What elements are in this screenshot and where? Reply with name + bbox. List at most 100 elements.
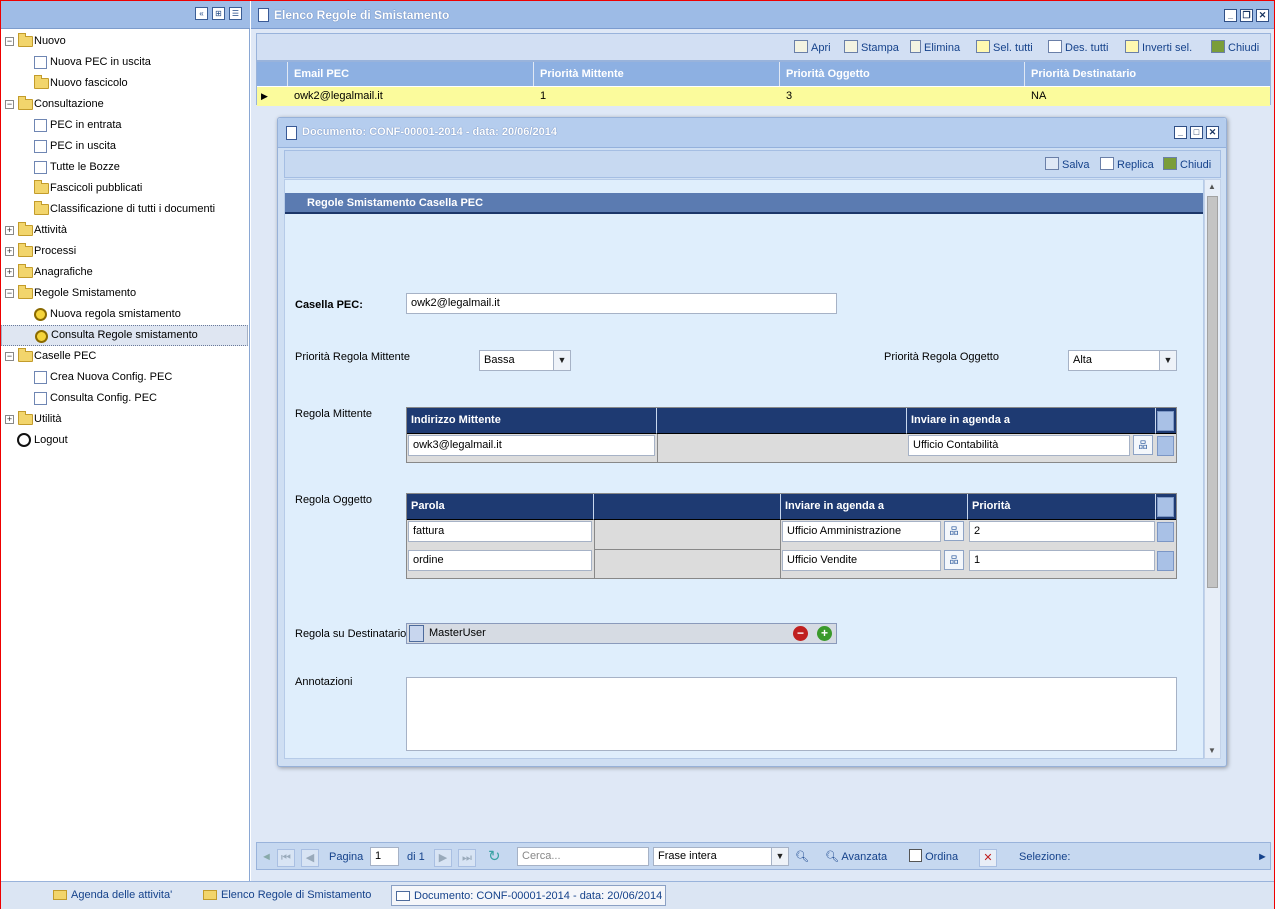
sidebar-item[interactable]: Consulta Regole smistamento [1,325,248,346]
chiudi-button[interactable]: Chiudi [1163,157,1211,173]
oggetto-input-parola[interactable]: fattura [408,521,592,542]
scroll-up-icon[interactable]: ▲ [1208,182,1216,191]
sidebar-item[interactable]: Tutte le Bozze [1,157,248,178]
sidebar-item-label: Utilità [34,413,62,425]
sidebar-item[interactable]: Fascicoli pubblicati [1,178,248,199]
expand-icon[interactable]: + [5,247,14,256]
stampa-button[interactable]: Stampa [844,40,899,56]
search-input[interactable]: Cerca... [517,847,649,866]
sidebar-item[interactable]: Logout [1,430,248,451]
checkbox[interactable] [1157,411,1174,431]
sidebar-item[interactable]: + Attività [1,220,248,241]
oggetto-input-agenda[interactable]: Ufficio Amministrazione [782,521,941,542]
search-mode-select[interactable]: Frase intera ▼ [653,847,789,866]
sidebar-item[interactable]: Nuova PEC in uscita [1,52,248,73]
grid-header-priorita-oggetto[interactable]: Priorità Oggetto [780,62,1025,86]
refresh-icon[interactable]: ↻ [488,849,501,865]
row-checkbox[interactable] [1157,522,1174,542]
advanced-search-button[interactable]: 🔍︎ Avanzata [825,849,887,865]
sidebar-item[interactable]: + Anagrafiche [1,262,248,283]
priorita-oggetto-select[interactable]: Alta ▼ [1068,350,1177,371]
task-documento[interactable]: Documento: CONF-00001-2014 - data: 20/06… [391,885,666,906]
config-icon [34,371,47,384]
scrollbar[interactable]: ▲ ▼ [1204,179,1221,759]
oggetto-input-priorita[interactable]: 1 [969,550,1155,571]
sidebar-item[interactable]: − Consultazione [1,94,248,115]
deselect-all-button[interactable]: Des. tutti [1048,40,1108,56]
collapse-icon[interactable]: − [5,100,14,109]
elimina-button[interactable]: Elimina [910,40,960,56]
prev-page-icon[interactable]: ◀ [301,849,319,867]
remove-icon[interactable]: − [793,626,808,641]
org-picker-icon[interactable]: 品 [944,550,964,570]
oggetto-input-agenda[interactable]: Ufficio Vendite [782,550,941,571]
sort-button[interactable]: Ordina [909,849,958,865]
oggetto-input-priorita[interactable]: 2 [969,521,1155,542]
minimize-icon[interactable]: _ [1174,126,1187,139]
casella-pec-input[interactable]: owk2@legalmail.it [406,293,837,314]
row-checkbox[interactable] [1157,436,1174,456]
row-checkbox[interactable] [1157,551,1174,571]
collapse-icon[interactable]: − [5,289,14,298]
maximize-icon[interactable]: □ [1190,126,1203,139]
collapse-icon[interactable]: − [5,37,14,46]
replica-button[interactable]: Replica [1100,157,1154,173]
grid-header-priorita-mittente[interactable]: Priorità Mittente [534,62,780,86]
expand-icon[interactable]: + [5,226,14,235]
scroll-thumb[interactable] [1207,196,1218,588]
sidebar-item[interactable]: − Caselle PEC [1,346,248,367]
salva-button[interactable]: Salva [1045,157,1090,173]
collapse-sidebar-icon[interactable]: « [195,7,208,20]
org-picker-icon[interactable]: 品 [944,521,964,541]
document-icon [258,8,269,22]
expand-all-icon[interactable]: ⊞ [212,7,225,20]
sidebar-item[interactable]: PEC in entrata [1,115,248,136]
last-page-icon[interactable]: ⏭ [458,849,476,867]
sidebar-item[interactable]: − Nuovo [1,31,248,52]
sidebar-item[interactable]: − Regole Smistamento [1,283,248,304]
mittente-input-agenda[interactable]: Ufficio Contabilità [908,435,1130,456]
oggetto-header-check [1156,494,1176,520]
search-icon[interactable]: 🔍︎ [795,849,809,865]
invert-selection-button[interactable]: Inverti sel. [1125,40,1192,56]
close-button[interactable]: Chiudi [1211,40,1259,56]
checkbox[interactable] [1157,497,1174,517]
collapse-icon[interactable]: − [5,352,14,361]
mail-document-icon [34,119,47,132]
org-picker-icon[interactable]: 品 [1133,435,1153,455]
next-arrow-icon[interactable]: ► [1257,849,1268,865]
sidebar-item[interactable]: Crea Nuova Config. PEC [1,367,248,388]
trash-icon [910,40,921,53]
minimize-icon[interactable]: _ [1224,9,1237,22]
expand-icon[interactable]: + [5,268,14,277]
sidebar-item[interactable]: + Utilità [1,409,248,430]
sidebar-item[interactable]: PEC in uscita [1,136,248,157]
next-page-icon[interactable]: ▶ [434,849,452,867]
expand-icon[interactable]: + [5,415,14,424]
add-icon[interactable]: + [817,626,832,641]
priorita-mittente-select[interactable]: Bassa ▼ [479,350,571,371]
mittente-input-indirizzo[interactable]: owk3@legalmail.it [408,435,655,456]
grid-header-priorita-destinatario[interactable]: Priorità Destinatario [1025,62,1270,86]
sidebar-item[interactable]: Nuova regola smistamento [1,304,248,325]
task-agenda[interactable]: Agenda delle attivita' [53,885,172,906]
annotazioni-textarea[interactable] [406,677,1177,751]
grid-header-email[interactable]: Email PEC [288,62,534,86]
sidebar-item[interactable]: Consulta Config. PEC [1,388,248,409]
page-input[interactable]: 1 [370,847,399,866]
oggetto-input-parola[interactable]: ordine [408,550,592,571]
first-page-icon[interactable]: ⏮ [277,849,295,867]
collapse-all-icon[interactable]: ☰ [229,7,242,20]
sidebar-item[interactable]: Classificazione di tutti i documenti [1,199,248,220]
apri-button[interactable]: Apri [794,40,831,56]
sidebar-item[interactable]: Nuovo fascicolo [1,73,248,94]
restore-icon[interactable]: ❐ [1240,9,1253,22]
prev-arrow-icon[interactable]: ◄ [261,849,272,865]
task-elenco-regole[interactable]: Elenco Regole di Smistamento [203,885,371,906]
select-all-button[interactable]: Sel. tutti [976,40,1033,56]
scroll-down-icon[interactable]: ▼ [1208,746,1216,755]
close-icon[interactable]: ✕ [1206,126,1219,139]
clear-filter-icon[interactable]: ✕ [979,849,997,867]
close-icon[interactable]: ✕ [1256,9,1269,22]
sidebar-item[interactable]: + Processi [1,241,248,262]
